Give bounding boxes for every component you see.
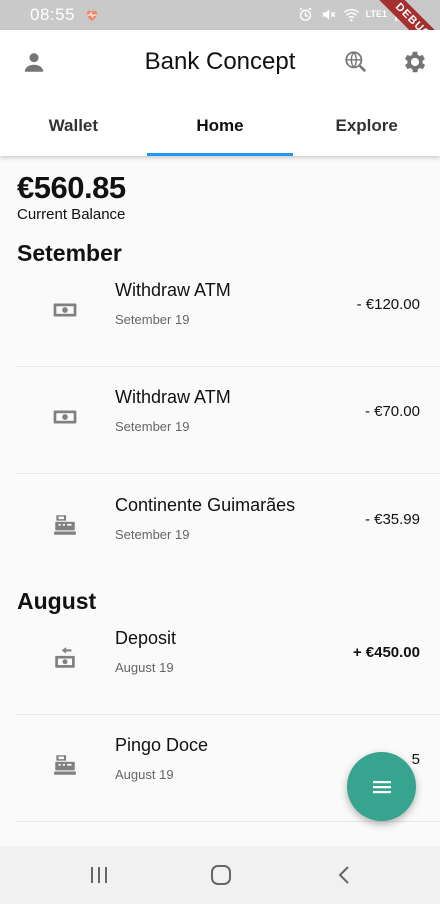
balance-amount: €560.85 — [17, 170, 126, 205]
status-bar: 08:55 LTE1 DEBUG — [0, 0, 440, 67]
app-bar: Bank Concept Wallet Home Explore — [0, 30, 440, 156]
gear-icon — [404, 51, 426, 73]
menu-fab[interactable] — [347, 752, 416, 821]
network-label: LTE1 — [365, 9, 387, 19]
tab-wallet[interactable]: Wallet — [0, 108, 147, 156]
globe-icon — [345, 51, 367, 73]
status-time: 08:55 — [30, 5, 76, 24]
transaction-title: Continente Guimarães — [115, 495, 296, 515]
back-icon — [338, 866, 349, 884]
recent-apps-button[interactable] — [84, 860, 114, 890]
transaction-title: Pingo Doce — [115, 735, 209, 755]
tab-indicator — [147, 153, 293, 156]
cash-register-icon — [54, 515, 76, 535]
transaction-title: Withdraw ATM — [115, 387, 231, 407]
wifi-icon — [343, 8, 359, 22]
cash-icon — [53, 410, 77, 424]
transaction-row[interactable]: Deposit August 19 + €450.00 — [17, 608, 440, 715]
cash-register-icon — [54, 755, 76, 775]
system-nav-bar — [0, 846, 440, 904]
transaction-amount: - €70.00 — [364, 403, 420, 420]
back-button[interactable] — [330, 860, 360, 890]
cash-icon — [53, 303, 77, 317]
transaction-title: Withdraw ATM — [115, 280, 231, 300]
balance-label: Current Balance — [17, 206, 126, 223]
transaction-date: Setember 19 — [115, 527, 190, 542]
menu-icon — [372, 780, 391, 793]
transaction-amount: + €450.00 — [352, 644, 420, 661]
transaction-row[interactable]: Continente Guimarães Setember 19 - €35.9… — [17, 475, 440, 582]
tab-bar: Wallet Home Explore — [0, 108, 440, 156]
transaction-date: Setember 19 — [115, 312, 190, 327]
language-button[interactable] — [336, 42, 376, 82]
tab-explore[interactable]: Explore — [293, 108, 440, 156]
transaction-amount: - €120.00 — [356, 296, 420, 313]
transaction-date: August 19 — [115, 660, 174, 675]
mute-icon — [322, 9, 336, 20]
transaction-row[interactable]: Withdraw ATM Setember 19 - €120.00 — [17, 260, 440, 367]
home-button[interactable] — [206, 860, 236, 890]
alarm-icon — [299, 7, 312, 21]
transaction-date: August 19 — [115, 767, 174, 782]
transaction-amount: - €35.99 — [364, 511, 420, 528]
transaction-amount: 5 — [411, 751, 420, 768]
transaction-row[interactable]: Withdraw ATM Setember 19 - €70.00 — [17, 367, 440, 474]
deposit-icon — [55, 647, 75, 668]
health-heart-icon — [86, 10, 98, 21]
tab-home[interactable]: Home — [147, 108, 294, 156]
recent-apps-icon — [91, 867, 107, 883]
transaction-date: Setember 19 — [115, 419, 190, 434]
home-icon — [211, 865, 231, 885]
transaction-title: Deposit — [115, 628, 177, 648]
settings-button[interactable] — [395, 42, 435, 82]
